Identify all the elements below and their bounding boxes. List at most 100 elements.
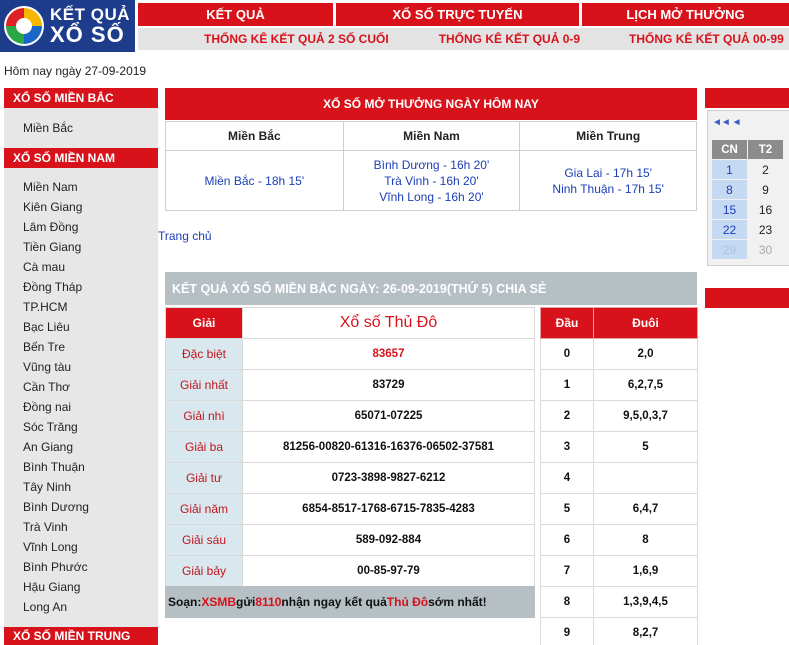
sidebar-item-vinh-long[interactable]: Vĩnh Long bbox=[4, 537, 158, 557]
table-row: 4 bbox=[540, 462, 698, 494]
prize-name: Giải nhất bbox=[165, 369, 243, 401]
table-row: 5 6,4,7 bbox=[540, 493, 698, 525]
table-row: Giải tư 0723-3898-9827-6212 bbox=[165, 462, 535, 494]
calendar-day[interactable]: 1 bbox=[711, 159, 748, 180]
schedule-cell-mien-bac: Miền Bắc - 18h 15' bbox=[165, 150, 344, 211]
calendar-day[interactable]: 15 bbox=[711, 199, 748, 220]
sidebar-item-binh-thuan[interactable]: Bình Thuận bbox=[4, 457, 158, 477]
sidebar-item-long-an[interactable]: Long An bbox=[4, 597, 158, 617]
promo-text: gửi bbox=[236, 595, 256, 609]
sms-promo: Soạn: XSMB gửi 8110 nhận ngay kết quả Th… bbox=[165, 586, 535, 618]
sidebar-item-tay-ninh[interactable]: Tây Ninh bbox=[4, 477, 158, 497]
loto-duoi: 8,2,7 bbox=[593, 617, 698, 645]
prize-value: 65071-07225 bbox=[242, 400, 535, 432]
calendar-day[interactable]: 8 bbox=[711, 179, 748, 200]
calendar-day[interactable]: 9 bbox=[747, 179, 784, 200]
schedule-link[interactable]: Trà Vinh - 16h 20' bbox=[384, 174, 478, 188]
schedule-link[interactable]: Miền Bắc - 18h 15' bbox=[204, 174, 304, 188]
sidebar-item-soc-trang[interactable]: Sóc Trăng bbox=[4, 417, 158, 437]
prize-name: Giải sáu bbox=[165, 524, 243, 556]
sidebar-item-bac-lieu[interactable]: Bạc Liêu bbox=[4, 317, 158, 337]
sidebar-item-mien-bac[interactable]: Miền Bắc bbox=[4, 118, 158, 138]
sidebar-item-binh-duong[interactable]: Bình Dương bbox=[4, 497, 158, 517]
calendar-day[interactable]: 2 bbox=[747, 159, 784, 180]
sidebar-item-tphcm[interactable]: TP.HCM bbox=[4, 297, 158, 317]
loto-dau: 8 bbox=[540, 586, 594, 618]
calendar-day[interactable]: 22 bbox=[711, 219, 748, 240]
prize-value: 0723-3898-9827-6212 bbox=[242, 462, 535, 494]
sidebar-heading-mien-trung[interactable]: XỔ SỐ MIỀN TRUNG bbox=[4, 627, 158, 645]
calendar-widget: ◄◄ ◄ CN T2 12 89 15 16 22 23 29 30 bbox=[707, 110, 789, 266]
sidebar-heading-mien-bac[interactable]: XỔ SỐ MIỀN BẮC bbox=[4, 88, 158, 108]
loto-duoi: 6,2,7,5 bbox=[593, 369, 698, 401]
sidebar-item-tra-vinh[interactable]: Trà Vinh bbox=[4, 517, 158, 537]
results-title: KẾT QUẢ XỔ SỐ MIỀN BẮC NGÀY: 26-09-2019(… bbox=[165, 272, 697, 305]
schedule-link[interactable]: Gia Lai - 17h 15' bbox=[564, 166, 652, 180]
calendar-day[interactable]: 30 bbox=[747, 239, 784, 260]
table-row: 8 1,3,9,4,5 bbox=[540, 586, 698, 618]
sidebar-item-kien-giang[interactable]: Kiên Giang bbox=[4, 197, 158, 217]
sidebar-item-lam-dong[interactable]: Lâm Đồng bbox=[4, 217, 158, 237]
calendar-day-header: T2 bbox=[747, 139, 784, 160]
loto-duoi bbox=[593, 462, 698, 494]
loto-duoi: 1,3,9,4,5 bbox=[593, 586, 698, 618]
sidebar-heading-mien-nam[interactable]: XỔ SỐ MIỀN NAM bbox=[4, 148, 158, 168]
sidebar-item-dong-thap[interactable]: Đồng Tháp bbox=[4, 277, 158, 297]
sidebar-item-binh-phuoc[interactable]: Bình Phước bbox=[4, 557, 158, 577]
calendar-day[interactable]: 23 bbox=[747, 219, 784, 240]
sidebar-item-an-giang[interactable]: An Giang bbox=[4, 437, 158, 457]
lottery-ball-icon bbox=[4, 6, 44, 46]
table-row: Giải nhì 65071-07225 bbox=[165, 400, 535, 432]
loto-duoi: 9,5,0,3,7 bbox=[593, 400, 698, 432]
sidebar-item-tien-giang[interactable]: Tiền Giang bbox=[4, 237, 158, 257]
calendar-day[interactable]: 16 bbox=[747, 199, 784, 220]
sidebar-item-ben-tre[interactable]: Bến Tre bbox=[4, 337, 158, 357]
promo-text: sớm nhất! bbox=[428, 595, 487, 609]
sidebar-item-dong-nai[interactable]: Đồng nai bbox=[4, 397, 158, 417]
sidebar-item-ca-mau[interactable]: Cà mau bbox=[4, 257, 158, 277]
table-row: 2 9,5,0,3,7 bbox=[540, 400, 698, 432]
right-widget-heading bbox=[705, 288, 789, 308]
table-row: Đặc biệt 83657 bbox=[165, 338, 535, 370]
sidebar-item-vung-tau[interactable]: Vũng tàu bbox=[4, 357, 158, 377]
logo-text: KẾT QUẢ XỔ SỐ bbox=[50, 5, 130, 47]
nav-ket-qua[interactable]: KẾT QUẢ bbox=[138, 3, 333, 26]
subnav-thong-ke-00-99[interactable]: THỐNG KÊ KẾT QUẢ 00-99 bbox=[629, 32, 784, 46]
prize-value: 83729 bbox=[242, 369, 535, 401]
nav-xo-so-truc-tuyen[interactable]: XỔ SỐ TRỰC TUYẾN bbox=[336, 3, 579, 26]
sidebar-list-mien-nam: Miền Nam Kiên Giang Lâm Đồng Tiền Giang … bbox=[4, 168, 158, 627]
calendar-prev-icon[interactable]: ◄◄ ◄ bbox=[712, 117, 742, 128]
sub-nav: THỐNG KÊ KẾT QUẢ 2 SỐ CUỐI THỐNG KÊ KẾT … bbox=[138, 28, 789, 50]
schedule-header-mien-nam: Miền Nam bbox=[342, 121, 521, 151]
table-row: 0 2,0 bbox=[540, 338, 698, 370]
top-nav: KẾT QUẢ XỔ SỐ TRỰC TUYẾN LỊCH MỞ THƯỞNG bbox=[138, 3, 789, 26]
table-row: Giải bảy 00-85-97-79 bbox=[165, 555, 535, 587]
prize-value: 589-092-884 bbox=[242, 524, 535, 556]
table-row: Giải năm 6854-8517-1768-6715-7835-4283 bbox=[165, 493, 535, 525]
sidebar-item-hau-giang[interactable]: Hậu Giang bbox=[4, 577, 158, 597]
calendar-day-header: CN bbox=[711, 139, 748, 160]
prize-value: 83657 bbox=[242, 338, 535, 370]
subnav-thong-ke-2-so-cuoi[interactable]: THỐNG KÊ KẾT QUẢ 2 SỐ CUỐI bbox=[204, 32, 389, 46]
nav-lich-mo-thuong[interactable]: LỊCH MỞ THƯỞNG bbox=[582, 3, 789, 26]
sidebar-item-can-tho[interactable]: Cần Thơ bbox=[4, 377, 158, 397]
breadcrumb-home[interactable]: Trang chủ bbox=[158, 229, 212, 243]
schedule-link[interactable]: Vĩnh Long - 16h 20' bbox=[379, 190, 483, 204]
table-row: 9 8,2,7 bbox=[540, 617, 698, 645]
prize-name: Giải bảy bbox=[165, 555, 243, 587]
site-logo[interactable]: KẾT QUẢ XỔ SỐ bbox=[0, 0, 135, 52]
loto-duoi: 6,4,7 bbox=[593, 493, 698, 525]
loto-dau: 3 bbox=[540, 431, 594, 463]
results-table: Giải Xổ số Thủ Đô Đặc biệt 83657 Giải nh… bbox=[165, 307, 535, 587]
loto-duoi: 8 bbox=[593, 524, 698, 556]
schedule-link[interactable]: Bình Dương - 16h 20' bbox=[374, 158, 490, 172]
loto-header-duoi: Đuôi bbox=[593, 307, 698, 339]
loto-dau: 6 bbox=[540, 524, 594, 556]
calendar-day[interactable]: 29 bbox=[711, 239, 748, 260]
schedule-link[interactable]: Ninh Thuận - 17h 15' bbox=[552, 182, 663, 196]
results-header-giai: Giải bbox=[165, 307, 243, 339]
sidebar-item-mien-nam[interactable]: Miền Nam bbox=[4, 177, 158, 197]
loto-dau: 7 bbox=[540, 555, 594, 587]
subnav-thong-ke-0-9[interactable]: THỐNG KÊ KẾT QUẢ 0-9 bbox=[439, 32, 580, 46]
table-row: Giải nhất 83729 bbox=[165, 369, 535, 401]
